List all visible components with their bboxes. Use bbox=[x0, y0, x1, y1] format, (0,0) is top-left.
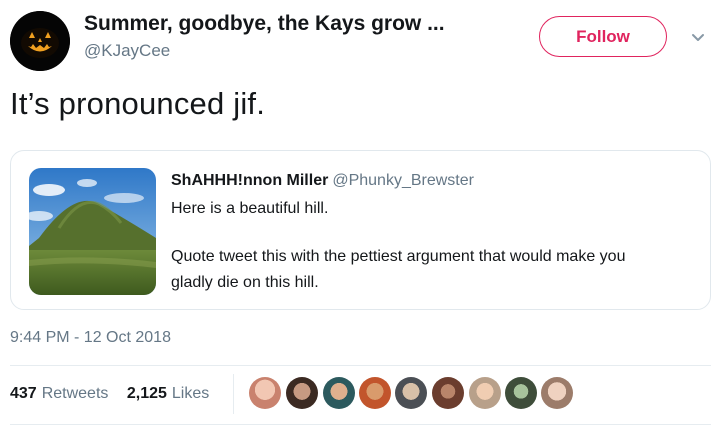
quoted-text-line-3: gladly die on this hill. bbox=[171, 274, 319, 291]
retweets-stat[interactable]: 437 Retweets bbox=[10, 385, 108, 402]
retweets-label: Retweets bbox=[41, 385, 109, 402]
author-display-name[interactable]: Summer, goodbye, the Kays grow ... bbox=[84, 12, 445, 36]
quoted-tweet-card[interactable]: ShAHHH!nnon Miller @Phunky_Brewster Here … bbox=[10, 150, 711, 310]
liker-avatar-1[interactable] bbox=[249, 377, 281, 409]
liker-avatar-3[interactable] bbox=[323, 377, 355, 409]
author-avatar[interactable] bbox=[10, 11, 70, 71]
stats-divider bbox=[233, 374, 234, 414]
liker-avatar-6[interactable] bbox=[432, 377, 464, 409]
jack-o-lantern-icon bbox=[10, 11, 70, 71]
chevron-down-icon[interactable] bbox=[688, 28, 708, 48]
quoted-text-line-2: Quote tweet this with the pettiest argum… bbox=[171, 248, 626, 265]
liker-avatar-8[interactable] bbox=[505, 377, 537, 409]
quoted-author-handle[interactable]: @Phunky_Brewster bbox=[332, 172, 474, 189]
green-hill-photo bbox=[29, 168, 156, 295]
tweet-timestamp[interactable]: 9:44 PM - 12 Oct 2018 bbox=[10, 329, 171, 347]
liker-avatar-7[interactable] bbox=[469, 377, 501, 409]
tweet-text: It’s pronounced jif. bbox=[10, 86, 266, 121]
likes-label: Likes bbox=[171, 385, 210, 402]
quoted-author-name[interactable]: ShAHHH!nnon Miller bbox=[171, 172, 328, 189]
tweet-stats: 437 Retweets 2,125 Likes bbox=[10, 385, 209, 403]
divider-top bbox=[10, 365, 711, 366]
liker-avatar-9[interactable] bbox=[541, 377, 573, 409]
quoted-tweet-header: ShAHHH!nnon Miller @Phunky_Brewster bbox=[171, 172, 474, 190]
liker-avatar-4[interactable] bbox=[359, 377, 391, 409]
quoted-text-line-1: Here is a beautiful hill. bbox=[171, 200, 329, 217]
author-handle[interactable]: @KJayCee bbox=[84, 41, 170, 61]
likes-stat[interactable]: 2,125 Likes bbox=[127, 385, 209, 402]
follow-button[interactable]: Follow bbox=[539, 16, 667, 57]
liker-avatar-5[interactable] bbox=[395, 377, 427, 409]
liker-avatar-2[interactable] bbox=[286, 377, 318, 409]
retweets-count: 437 bbox=[10, 385, 37, 402]
divider-bottom bbox=[10, 424, 711, 425]
likes-count: 2,125 bbox=[126, 385, 167, 402]
